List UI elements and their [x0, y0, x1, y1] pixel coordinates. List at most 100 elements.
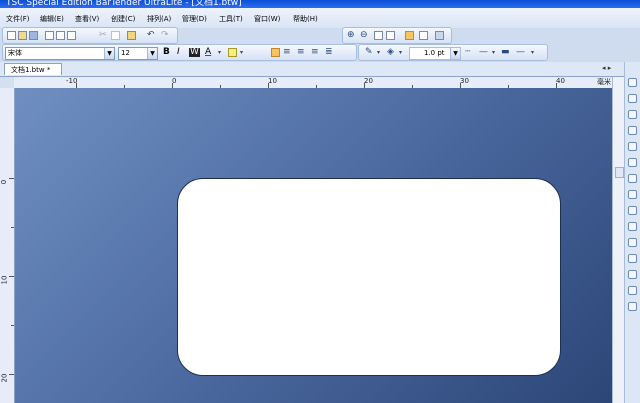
grid-icon[interactable]: [435, 31, 444, 40]
ellipse-tool-icon[interactable]: [628, 158, 637, 167]
redo-icon[interactable]: ↷: [161, 30, 169, 41]
chevron-down-icon[interactable]: ▾: [377, 47, 380, 58]
ruler-label: 40: [556, 77, 565, 85]
new-document-icon[interactable]: [7, 31, 16, 40]
format-toolbar: 宋体 ▼ 12 ▼ B I W A ▾ ▾ ≡ ≡ ≡ ≣: [2, 44, 357, 61]
cut-icon[interactable]: ✂: [99, 30, 107, 41]
font-size-value: 12: [121, 49, 130, 57]
border-style-icon[interactable]: ▬: [501, 47, 510, 58]
zoom-page-icon[interactable]: [374, 31, 383, 40]
order-tool-icon[interactable]: [628, 254, 637, 263]
ruler-corner: [0, 77, 14, 88]
open-folder-icon[interactable]: [18, 31, 27, 40]
menu-tools[interactable]: 工具(T): [219, 14, 243, 24]
menu-manage[interactable]: 管理(D): [182, 14, 207, 24]
menu-view[interactable]: 查看(V): [75, 14, 99, 24]
line-color-icon[interactable]: ✎: [365, 47, 373, 58]
paste-icon[interactable]: [127, 31, 136, 40]
zoom-in-icon[interactable]: ⊕: [347, 30, 355, 41]
picture-tool-icon[interactable]: [628, 174, 637, 183]
zoom-out-icon[interactable]: ⊖: [360, 30, 368, 41]
highlight-icon[interactable]: [228, 48, 237, 57]
lock-tool-icon[interactable]: [628, 270, 637, 279]
group-tool-icon[interactable]: [628, 222, 637, 231]
align-left-icon[interactable]: [271, 48, 280, 57]
rfid-tool-icon[interactable]: [628, 190, 637, 199]
italic-button[interactable]: I: [177, 47, 180, 58]
tab-scroll-icon[interactable]: ◂ ▸: [602, 64, 611, 72]
size-tool-icon[interactable]: [628, 302, 637, 311]
full-justify-icon[interactable]: ≣: [325, 47, 333, 58]
menu-arrange[interactable]: 排列(A): [147, 14, 171, 24]
line-width-select[interactable]: 1.0 pt ▼: [409, 47, 461, 60]
bold-button[interactable]: B: [163, 47, 170, 58]
zoom-fit-icon[interactable]: [386, 31, 395, 40]
menu-edit[interactable]: 编辑(E): [40, 14, 64, 24]
text-tool-icon[interactable]: [628, 94, 637, 103]
modified-marker: *: [46, 66, 51, 74]
rotate-tool-icon[interactable]: [628, 238, 637, 247]
document-tab-label: 文档1.btw: [11, 66, 45, 74]
line-tool-icon[interactable]: [628, 126, 637, 135]
copy-icon[interactable]: [111, 31, 120, 40]
line-style-icon[interactable]: ┄: [465, 47, 470, 58]
chevron-down-icon[interactable]: ▼: [147, 48, 157, 59]
ruler-label: 20: [0, 373, 9, 383]
align-tool-icon[interactable]: [628, 206, 637, 215]
line-width-value: 1.0 pt: [424, 49, 445, 57]
chevron-down-icon[interactable]: ▾: [492, 47, 495, 58]
line-dash-icon[interactable]: —: [479, 47, 488, 58]
barcode-tool-icon[interactable]: [628, 110, 637, 119]
document-tab[interactable]: 文档1.btw *: [4, 63, 62, 75]
design-canvas[interactable]: [15, 88, 612, 403]
database-setup-icon[interactable]: [419, 31, 428, 40]
print-setup-icon[interactable]: [67, 31, 76, 40]
outline-button[interactable]: W: [189, 48, 200, 57]
chevron-down-icon[interactable]: ▼: [450, 48, 460, 59]
chevron-down-icon[interactable]: ▾: [531, 47, 534, 58]
justify-icon[interactable]: ≡: [311, 47, 319, 58]
menu-window[interactable]: 窗口(W): [254, 14, 280, 24]
font-name-select[interactable]: 宋体 ▼: [5, 47, 115, 60]
ruler-tick: [9, 178, 14, 179]
chevron-down-icon[interactable]: ▼: [104, 48, 114, 59]
ruler-unit: 毫米: [597, 78, 611, 86]
fill-color-icon[interactable]: ◈: [387, 47, 394, 58]
arrow-style-icon[interactable]: —: [516, 47, 525, 58]
ruler-label: 10: [0, 275, 9, 285]
ruler-label: 10: [268, 77, 277, 85]
distribute-tool-icon[interactable]: [628, 286, 637, 295]
chevron-down-icon[interactable]: ▾: [218, 47, 221, 58]
align-right-icon[interactable]: ≡: [297, 47, 305, 58]
ruler-tick: [9, 276, 14, 277]
menu-help[interactable]: 帮助(H): [293, 14, 318, 24]
align-center-icon[interactable]: ≡: [283, 47, 291, 58]
standard-toolbar: ✂ ↶ ↷: [2, 27, 178, 44]
ruler-tick: [9, 374, 14, 375]
title-bar: TSC Special Edition BarTender UltraLite …: [0, 0, 640, 8]
ruler-tick: [11, 325, 14, 326]
save-icon[interactable]: [29, 31, 38, 40]
ruler-label: 20: [364, 77, 373, 85]
menu-bar: 文件(F) 编辑(E) 查看(V) 创建(C) 排列(A) 管理(D) 工具(T…: [0, 8, 640, 28]
ruler-tick: [11, 227, 14, 228]
page-setup-icon[interactable]: [405, 31, 414, 40]
document-tab-bar: 文档1.btw * ◂ ▸ ×: [0, 62, 640, 77]
font-size-select[interactable]: 12 ▼: [118, 47, 158, 60]
menu-file[interactable]: 文件(F): [6, 14, 30, 24]
chevron-down-icon[interactable]: ▾: [240, 47, 243, 58]
undo-icon[interactable]: ↶: [147, 30, 155, 41]
view-toolbar: ⊕ ⊖: [342, 27, 452, 44]
scroll-thumb[interactable]: [615, 167, 624, 178]
pointer-tool-icon[interactable]: [628, 78, 637, 87]
ruler-label: 30: [460, 77, 469, 85]
font-color-button[interactable]: A: [205, 47, 211, 58]
chevron-down-icon[interactable]: ▾: [399, 47, 402, 58]
font-name-value: 宋体: [8, 49, 22, 57]
menu-create[interactable]: 创建(C): [111, 14, 135, 24]
label-page[interactable]: [177, 178, 561, 376]
window-title: TSC Special Edition BarTender UltraLite …: [6, 0, 242, 8]
print-icon[interactable]: [56, 31, 65, 40]
rectangle-tool-icon[interactable]: [628, 142, 637, 151]
print-preview-icon[interactable]: [45, 31, 54, 40]
